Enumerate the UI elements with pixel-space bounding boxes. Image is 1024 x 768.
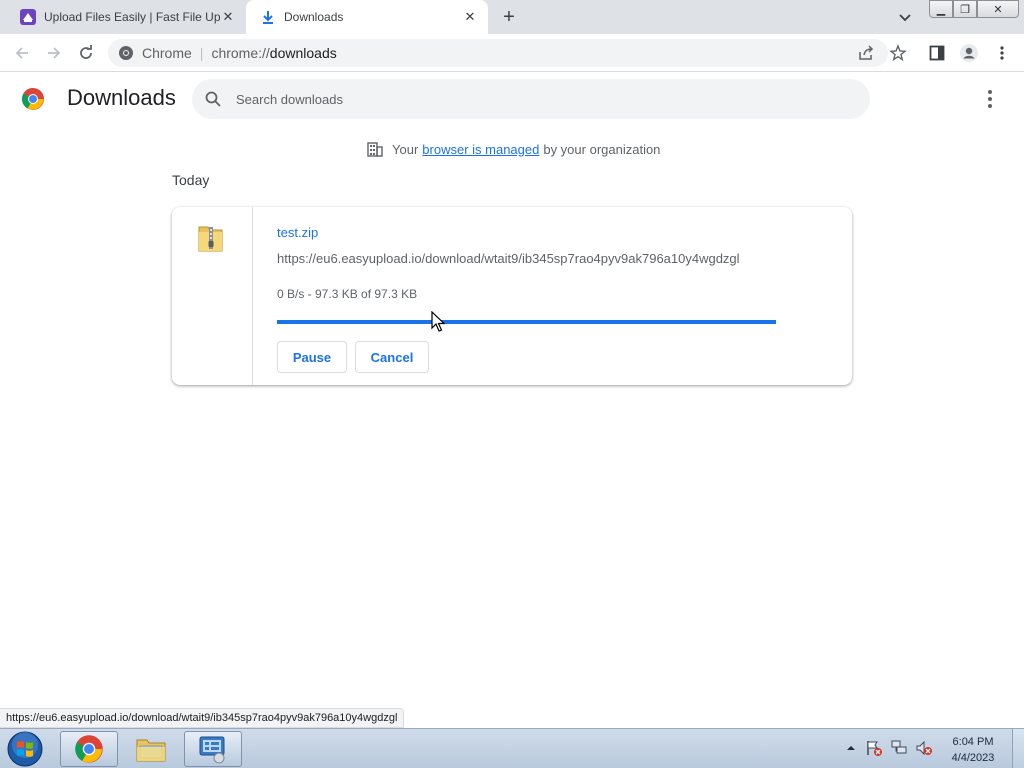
download-source-url[interactable]: https://eu6.easyupload.io/download/wtait… bbox=[277, 251, 740, 266]
chrome-chip-label: Chrome bbox=[142, 45, 192, 61]
folder-icon bbox=[136, 739, 166, 762]
taskbar-explorer-button[interactable] bbox=[122, 731, 180, 767]
chevron-up-icon bbox=[847, 746, 855, 750]
chrome-menu-button[interactable] bbox=[991, 42, 1013, 64]
chevron-down-icon[interactable] bbox=[896, 8, 914, 26]
reload-icon bbox=[80, 45, 92, 59]
browser-managed-link[interactable]: browser is managed bbox=[422, 142, 539, 157]
volume-tray-icon[interactable] bbox=[915, 739, 933, 757]
download-progress-fill bbox=[277, 320, 776, 324]
tab-downloads[interactable]: Downloads ✕ bbox=[246, 0, 488, 34]
link-status-bar: https://eu6.easyupload.io/download/wtait… bbox=[0, 708, 405, 728]
download-icon bbox=[263, 11, 273, 24]
network-tray-icon[interactable] bbox=[890, 739, 908, 757]
file-icon-column bbox=[172, 207, 253, 385]
url-scheme: chrome:// bbox=[211, 45, 270, 61]
windows-taskbar: 6:04 PM 4/4/2023 bbox=[0, 728, 1024, 768]
page-title: Downloads bbox=[67, 85, 176, 110]
zip-folder-icon bbox=[198, 226, 223, 252]
building-icon bbox=[367, 142, 383, 157]
search-downloads-box[interactable] bbox=[192, 79, 870, 119]
show-hidden-icons-button[interactable] bbox=[842, 739, 860, 757]
network-icon bbox=[891, 740, 907, 754]
download-status: 0 B/s - 97.3 KB of 97.3 KB bbox=[277, 287, 418, 301]
side-panel-button[interactable] bbox=[926, 42, 948, 64]
profile-avatar-icon bbox=[960, 44, 978, 62]
action-center-tray-icon[interactable] bbox=[865, 739, 883, 757]
chrome-logo-icon bbox=[22, 88, 44, 110]
flag-warning-icon bbox=[867, 741, 882, 756]
screen: Upload Files Easily | Fast File Uplo ✕ D… bbox=[0, 0, 1024, 768]
easyupload-favicon-icon bbox=[20, 9, 36, 25]
omnibox-separator: | bbox=[199, 45, 204, 61]
managed-suffix: by your organization bbox=[543, 141, 661, 157]
restore-button[interactable]: ❐ bbox=[953, 0, 977, 18]
taskbar-control-panel-button[interactable] bbox=[184, 731, 242, 767]
bookmark-star-icon[interactable] bbox=[889, 44, 907, 62]
speaker-muted-icon bbox=[916, 740, 932, 756]
download-filename-link[interactable]: test.zip bbox=[277, 225, 318, 240]
download-progress-bar bbox=[277, 320, 776, 324]
cancel-button[interactable]: Cancel bbox=[355, 341, 429, 373]
profile-button[interactable] bbox=[958, 42, 980, 64]
tab-label: Downloads bbox=[284, 10, 344, 24]
back-button[interactable] bbox=[11, 42, 33, 64]
tab-upload-files[interactable]: Upload Files Easily | Fast File Uplo ✕ bbox=[0, 0, 246, 34]
pause-button[interactable]: Pause bbox=[277, 341, 347, 373]
show-desktop-button[interactable] bbox=[1012, 729, 1024, 768]
close-tab-icon[interactable]: ✕ bbox=[220, 9, 236, 25]
downloads-header: Downloads bbox=[0, 72, 1024, 128]
tab-label: Upload Files Easily | Fast File Uplo bbox=[44, 10, 220, 24]
close-window-button[interactable]: ✕ bbox=[977, 0, 1019, 18]
section-heading-today: Today bbox=[172, 172, 210, 188]
share-icon[interactable] bbox=[857, 44, 875, 62]
search-input[interactable] bbox=[236, 91, 796, 107]
close-tab-icon[interactable]: ✕ bbox=[462, 9, 478, 25]
arrow-left-icon bbox=[15, 47, 28, 59]
side-panel-icon bbox=[929, 45, 945, 61]
taskbar-clock[interactable]: 6:04 PM 4/4/2023 bbox=[940, 734, 1006, 766]
search-icon bbox=[205, 91, 221, 107]
clock-date: 4/4/2023 bbox=[951, 752, 995, 764]
download-item-card: test.zip https://eu6.easyupload.io/downl… bbox=[172, 207, 852, 385]
tab-strip: Upload Files Easily | Fast File Uplo ✕ D… bbox=[0, 0, 1024, 34]
new-tab-button[interactable]: + bbox=[498, 7, 520, 27]
reload-button[interactable] bbox=[75, 42, 97, 64]
chrome-taskbar-icon bbox=[75, 735, 103, 763]
clock-time: 6:04 PM bbox=[952, 736, 994, 748]
chrome-icon bbox=[119, 46, 133, 60]
minimize-button[interactable]: ▁ bbox=[929, 0, 953, 18]
url-path: downloads bbox=[269, 45, 337, 61]
more-vertical-icon bbox=[1000, 46, 1004, 60]
mouse-cursor-icon bbox=[431, 311, 445, 332]
forward-button[interactable] bbox=[43, 42, 65, 64]
arrow-right-icon bbox=[48, 47, 61, 59]
toolbar: Chrome | chrome:// downloads bbox=[0, 34, 1024, 72]
managed-prefix: Your bbox=[392, 141, 419, 157]
control-panel-icon bbox=[199, 736, 225, 764]
address-bar[interactable]: Chrome | chrome:// downloads bbox=[108, 39, 907, 67]
downloads-more-menu-icon[interactable] bbox=[980, 88, 1000, 110]
managed-notice: Your browser is managed by your organiza… bbox=[366, 140, 660, 158]
taskbar-chrome-button[interactable] bbox=[60, 731, 118, 767]
windows-start-icon[interactable] bbox=[4, 730, 46, 768]
